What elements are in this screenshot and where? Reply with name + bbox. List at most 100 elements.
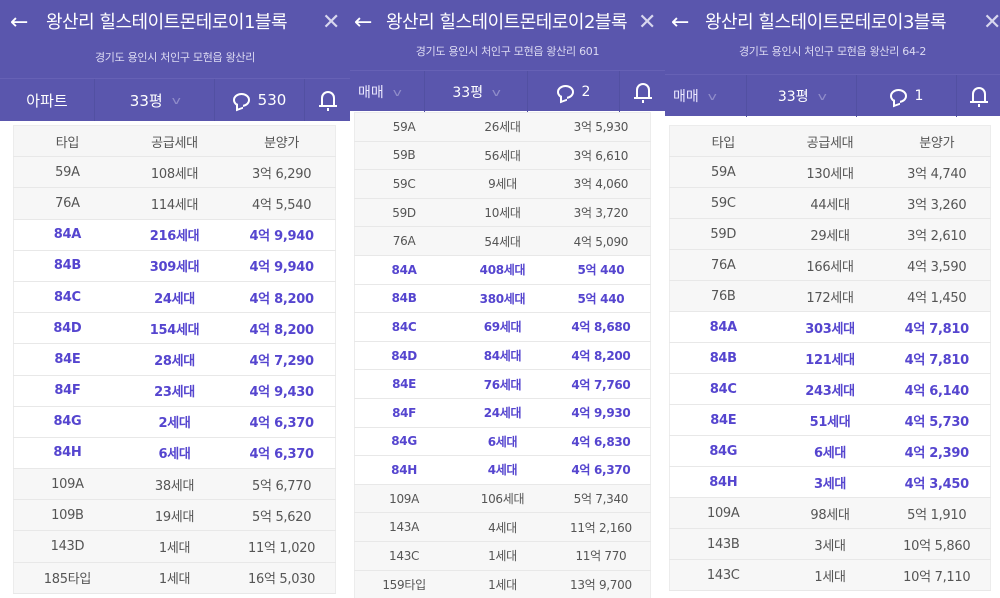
table-row[interactable]: 84D 84세대 4억 8,200 <box>354 341 651 371</box>
trade-type-label: 매매 <box>673 89 699 105</box>
table-row[interactable]: 109B 19세대 5억 5,620 <box>13 499 336 532</box>
sale-price-cell: 5억 5,620 <box>228 499 336 532</box>
table-row[interactable]: 84B 380세대 5억 440 <box>354 284 651 314</box>
table-row[interactable]: 185타입 1세대 16억 5,030 <box>13 562 336 594</box>
unit-type-cell: 59C <box>669 187 777 219</box>
trade-type-dropdown[interactable]: 매매 v <box>350 71 425 113</box>
table-row[interactable]: 59D 29세대 3억 2,610 <box>669 218 991 250</box>
table-row[interactable]: 84F 24세대 4억 9,930 <box>354 398 651 428</box>
comments-button[interactable]: 2 <box>528 71 620 113</box>
table-row[interactable]: 59A 26세대 3억 5,930 <box>354 112 651 142</box>
unit-type-cell: 84A <box>354 255 454 285</box>
table-row[interactable]: 84H 3세대 4억 3,450 <box>669 466 991 498</box>
table-row[interactable]: 143D 1세대 11억 1,020 <box>13 530 336 563</box>
unit-type-cell: 59C <box>354 169 454 199</box>
table-row[interactable]: 84B 309세대 4억 9,940 <box>13 250 336 282</box>
arrow-left-icon[interactable]: ← <box>354 10 372 36</box>
supply-units-cell: 26세대 <box>453 112 552 142</box>
sale-price-cell: 4억 8,200 <box>228 312 336 345</box>
table-row[interactable]: 59D 10세대 3억 3,720 <box>354 198 651 228</box>
table-row[interactable]: 84E 28세대 4억 7,290 <box>13 343 336 376</box>
table-row[interactable]: 59C 9세대 3억 4,060 <box>354 169 651 199</box>
speech-bubble-icon <box>556 85 574 99</box>
alert-button[interactable] <box>305 79 350 121</box>
table-row[interactable]: 84H 6세대 4억 6,370 <box>13 437 336 470</box>
size-dropdown[interactable]: 33평 v <box>425 71 528 113</box>
table-header-row: 타입 공급세대 분양가 <box>13 125 336 158</box>
bell-icon <box>969 87 988 107</box>
comments-button[interactable]: 1 <box>857 75 957 117</box>
table-row[interactable]: 84E 76세대 4억 7,760 <box>354 369 651 399</box>
table-row[interactable]: 76A 54세대 4억 5,090 <box>354 226 651 256</box>
table-row[interactable]: 109A 106세대 5억 7,340 <box>354 484 651 514</box>
table-row[interactable]: 84G 6세대 4억 2,390 <box>669 435 991 467</box>
type-header: 타입 <box>669 125 777 157</box>
trade-type-label: 매매 <box>358 85 384 101</box>
table-row[interactable]: 76B 172세대 4억 1,450 <box>669 280 991 312</box>
supply-units-cell: 4세대 <box>453 455 552 485</box>
arrow-left-icon[interactable]: ← <box>671 10 689 36</box>
table-row[interactable]: 159타입 1세대 13억 9,700 <box>354 570 651 598</box>
supply-units-cell: 23세대 <box>120 375 229 407</box>
table-row[interactable]: 59A 130세대 3억 4,740 <box>669 156 991 188</box>
alert-button[interactable] <box>620 71 665 113</box>
unit-type-cell: 109A <box>13 468 121 501</box>
sale-price-cell: 3억 4,740 <box>883 156 991 188</box>
comment-count: 530 <box>257 91 287 109</box>
complex-title: 왕산리 힐스테이트몬테로이2블록 <box>386 12 628 33</box>
sale-price-cell: 4억 5,090 <box>551 226 651 256</box>
close-icon[interactable]: ✕ <box>322 10 340 36</box>
table-row[interactable]: 84E 51세대 4억 5,730 <box>669 404 991 436</box>
table-row[interactable]: 84D 154세대 4억 8,200 <box>13 312 336 345</box>
unit-type-cell: 59B <box>354 141 454 171</box>
unit-type-cell: 143C <box>354 541 454 571</box>
sale-price-cell: 10억 5,860 <box>883 528 991 560</box>
size-dropdown[interactable]: 33평 v <box>747 75 857 117</box>
table-row[interactable]: 76A 114세대 4억 5,540 <box>13 187 336 220</box>
unit-type-cell: 59A <box>669 156 777 188</box>
alert-button[interactable] <box>957 75 1000 117</box>
supply-units-cell: 6세대 <box>776 435 884 467</box>
trade-type-dropdown[interactable]: 매매 v <box>665 75 747 117</box>
table-row[interactable]: 143B 3세대 10억 5,860 <box>669 528 991 560</box>
close-icon[interactable]: ✕ <box>638 10 656 36</box>
table-row[interactable]: 84F 23세대 4억 9,430 <box>13 375 336 407</box>
comments-button[interactable]: 530 <box>215 79 305 121</box>
sale-price-cell: 4억 8,200 <box>228 281 336 314</box>
table-row[interactable]: 84A 216세대 4억 9,940 <box>13 219 336 251</box>
table-row[interactable]: 76A 166세대 4억 3,590 <box>669 249 991 281</box>
table-header-row: 타입 공급세대 분양가 <box>669 125 991 157</box>
table-row[interactable]: 84G 6세대 4억 6,830 <box>354 427 651 457</box>
table-row[interactable]: 143C 1세대 11억 770 <box>354 541 651 571</box>
supply-units-cell: 172세대 <box>776 280 884 312</box>
table-row[interactable]: 84H 4세대 4억 6,370 <box>354 455 651 485</box>
unit-type-table: 59A 26세대 3억 5,930 59B 56세대 3억 6,610 59C 9세대 3억 4… <box>354 112 651 598</box>
supply-units-cell: 1세대 <box>453 541 552 571</box>
size-dropdown[interactable]: 33평 v <box>95 79 215 121</box>
sale-price-cell: 4억 6,370 <box>551 455 651 485</box>
unit-type-cell: 109B <box>13 499 121 532</box>
property-category-selector[interactable]: 아파트 <box>0 79 95 121</box>
table-row[interactable]: 143A 4세대 11억 2,160 <box>354 512 651 542</box>
table-row[interactable]: 84A 303세대 4억 7,810 <box>669 311 991 343</box>
table-row[interactable]: 84C 69세대 4억 8,680 <box>354 312 651 342</box>
supply-units-cell: 9세대 <box>453 169 552 199</box>
table-row[interactable]: 59A 108세대 3억 6,290 <box>13 156 336 189</box>
table-row[interactable]: 84C 243세대 4억 6,140 <box>669 373 991 405</box>
table-row[interactable]: 59C 44세대 3억 3,260 <box>669 187 991 219</box>
sale-price-cell: 4억 6,370 <box>228 437 336 470</box>
arrow-left-icon[interactable]: ← <box>10 10 28 36</box>
table-row[interactable]: 84C 24세대 4억 8,200 <box>13 281 336 314</box>
table-row[interactable]: 84A 408세대 5억 440 <box>354 255 651 285</box>
table-row[interactable]: 109A 98세대 5억 1,910 <box>669 497 991 529</box>
close-icon[interactable]: ✕ <box>983 10 1000 36</box>
table-row[interactable]: 84G 2세대 4억 6,370 <box>13 406 336 438</box>
unit-type-cell: 84C <box>669 373 777 405</box>
table-row[interactable]: 109A 38세대 5억 6,770 <box>13 468 336 501</box>
chevron-down-icon: v <box>817 89 827 103</box>
table-row[interactable]: 84B 121세대 4억 7,810 <box>669 342 991 374</box>
table-row[interactable]: 59B 56세대 3억 6,610 <box>354 141 651 171</box>
supply-units-cell: 24세대 <box>453 398 552 428</box>
supply-units-cell: 1세대 <box>120 562 229 594</box>
table-row[interactable]: 143C 1세대 10억 7,110 <box>669 559 991 591</box>
